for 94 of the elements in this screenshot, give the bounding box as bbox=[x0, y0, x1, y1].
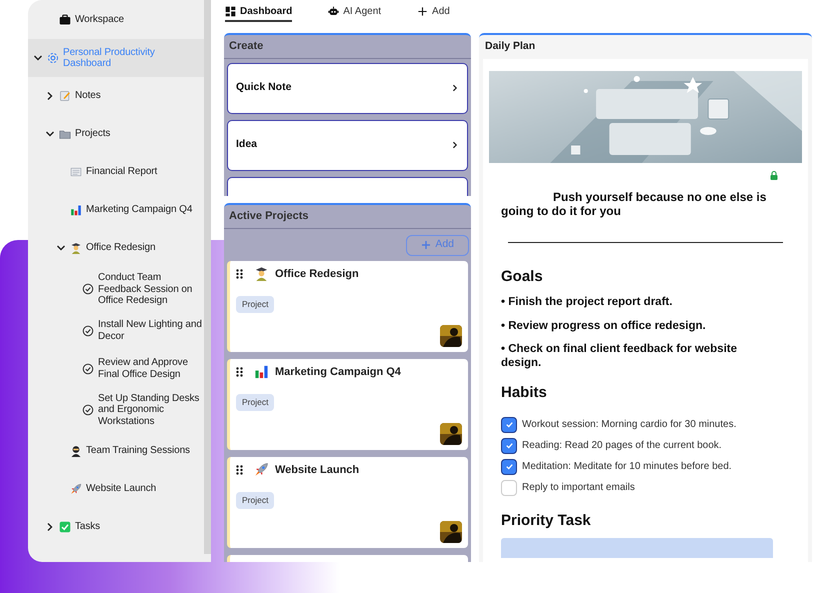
panel-title: Active Projects bbox=[224, 205, 471, 228]
target-icon bbox=[47, 52, 59, 64]
notepad-icon bbox=[59, 90, 71, 102]
bar-chart-icon bbox=[254, 364, 269, 380]
sidebar-item[interactable]: Install New Lighting and Decor bbox=[28, 312, 204, 350]
checkmark-icon bbox=[504, 441, 514, 450]
person-icon bbox=[254, 266, 269, 282]
habit-label: Workout session: Morning cardio for 30 minutes. bbox=[522, 418, 736, 432]
checkmark-icon bbox=[504, 462, 514, 472]
nav-tab[interactable]: Add bbox=[417, 4, 450, 22]
project-card[interactable]: Office Redesign Project bbox=[227, 260, 468, 352]
sidebar-item[interactable]: Team Training Sessions bbox=[28, 432, 204, 470]
plus-icon bbox=[417, 6, 428, 17]
chevron-right-icon bbox=[451, 141, 459, 149]
project-title: Marketing Campaign Q4 bbox=[275, 364, 401, 380]
sidebar-item-label: Office Redesign bbox=[86, 242, 156, 254]
checkbox[interactable] bbox=[501, 416, 517, 433]
folder-icon bbox=[59, 128, 71, 140]
grid-icon bbox=[225, 6, 236, 17]
rocket-icon bbox=[70, 483, 82, 495]
sidebar-item[interactable]: Review and Approve Final Office Design bbox=[28, 350, 204, 388]
goal-text: • Review progress on office redesign. bbox=[501, 320, 707, 334]
project-card[interactable]: Website Launch Project bbox=[227, 456, 468, 548]
habit-label: Reply to important emails bbox=[522, 481, 635, 496]
chevron-right-icon bbox=[451, 84, 459, 92]
check-circle-icon bbox=[82, 283, 94, 296]
sidebar-item[interactable]: Notes bbox=[28, 77, 204, 115]
sidebar-item-label: Notes bbox=[75, 90, 101, 102]
goal-text: • Check on final client feedback for website design. bbox=[501, 343, 738, 370]
bar-chart-icon bbox=[70, 204, 82, 216]
checkmark-icon bbox=[504, 420, 514, 430]
sidebar-item-label: Personal Productivity Dashboard bbox=[63, 46, 156, 70]
ninja-icon bbox=[70, 445, 82, 457]
rocket-icon bbox=[254, 462, 269, 478]
sidebar-item[interactable]: Projects bbox=[28, 115, 204, 153]
check-circle-icon bbox=[82, 324, 94, 336]
sidebar-item-label: Review and Approve Final Office Design bbox=[98, 357, 189, 380]
chevron-down-icon[interactable] bbox=[56, 243, 66, 253]
project-card[interactable]: Marketing Campaign Q4 Project bbox=[227, 358, 468, 450]
habit-label: Meditation: Meditate for 10 minutes before bed. bbox=[522, 460, 732, 474]
lock-icon bbox=[770, 170, 778, 180]
nav-tab[interactable]: AI Agent bbox=[328, 4, 382, 22]
sidebar-item[interactable]: Workspace bbox=[28, 1, 204, 39]
panel-title: Daily Plan bbox=[484, 39, 536, 54]
sidebar-item-label: Financial Report bbox=[86, 166, 158, 178]
section-heading: Goals bbox=[501, 266, 544, 287]
sidebar-item[interactable]: Tasks bbox=[28, 508, 204, 546]
project-tag: Project bbox=[236, 394, 274, 411]
person-icon bbox=[70, 242, 82, 254]
sidebar-item[interactable]: Marketing Campaign Q4 bbox=[28, 191, 204, 229]
sidebar-item-label: Marketing Campaign Q4 bbox=[86, 204, 192, 216]
robot-icon bbox=[328, 6, 340, 17]
document-icon bbox=[70, 166, 82, 178]
sidebar-item-label: Install New Lighting and Decor bbox=[98, 319, 203, 342]
project-tag: Project bbox=[236, 296, 274, 313]
section-heading: Habits bbox=[501, 383, 548, 404]
create-item[interactable]: Quick Note bbox=[227, 62, 468, 114]
checkbox[interactable] bbox=[501, 438, 517, 454]
section-heading: Priority Task bbox=[501, 510, 592, 531]
quote-text: Push yourself because no one else is going to do it for you bbox=[501, 190, 768, 218]
nav-tab[interactable]: Dashboard bbox=[225, 4, 292, 22]
project-title: Office Redesign bbox=[275, 266, 359, 282]
chevron-down-icon[interactable] bbox=[45, 129, 55, 139]
chevron-right-icon[interactable] bbox=[45, 91, 55, 101]
project-tag: Project bbox=[236, 492, 274, 509]
drag-handle-icon[interactable] bbox=[236, 464, 243, 475]
panel-title: Create bbox=[224, 35, 471, 58]
project-title: Website Launch bbox=[275, 462, 360, 478]
habit-label: Reading: Read 20 pages of the current book. bbox=[522, 439, 722, 454]
sidebar-item-label: Workspace bbox=[75, 14, 124, 26]
check-circle-icon bbox=[82, 404, 94, 416]
sidebar-item-label: Tasks bbox=[75, 521, 100, 533]
sidebar-item[interactable]: Office Redesign bbox=[28, 229, 204, 267]
sidebar-item-label: Team Training Sessions bbox=[86, 445, 190, 457]
briefcase-icon bbox=[59, 14, 71, 26]
sidebar-item-label: Projects bbox=[75, 128, 110, 140]
sidebar-item[interactable]: Set Up Standing Desks and Ergonomic Workstations bbox=[28, 388, 204, 432]
sidebar-item-label: Set Up Standing Desks and Ergonomic Workstations bbox=[98, 392, 200, 427]
drag-handle-icon[interactable] bbox=[236, 268, 243, 279]
chevron-right-icon[interactable] bbox=[45, 522, 55, 532]
drag-handle-icon[interactable] bbox=[236, 366, 243, 377]
sidebar-item[interactable]: Conduct Team Feedback Session on Office Redesign bbox=[28, 267, 204, 312]
create-item[interactable]: Idea bbox=[227, 120, 468, 170]
sidebar-item[interactable]: Financial Report bbox=[28, 153, 204, 191]
plus-icon bbox=[421, 240, 432, 250]
check-circle-icon bbox=[82, 362, 94, 374]
chevron-down-icon[interactable] bbox=[33, 53, 43, 63]
sidebar-item-label: Website Launch bbox=[86, 483, 156, 495]
checkbox[interactable] bbox=[501, 458, 517, 475]
goal-text: • Finish the project report draft. bbox=[501, 296, 674, 310]
sidebar-item-label: Conduct Team Feedback Session on Office Redesign bbox=[98, 272, 194, 306]
check-box-icon bbox=[59, 521, 71, 533]
sidebar-item[interactable]: Website Launch bbox=[28, 470, 204, 508]
scrollbar[interactable] bbox=[204, 0, 211, 554]
